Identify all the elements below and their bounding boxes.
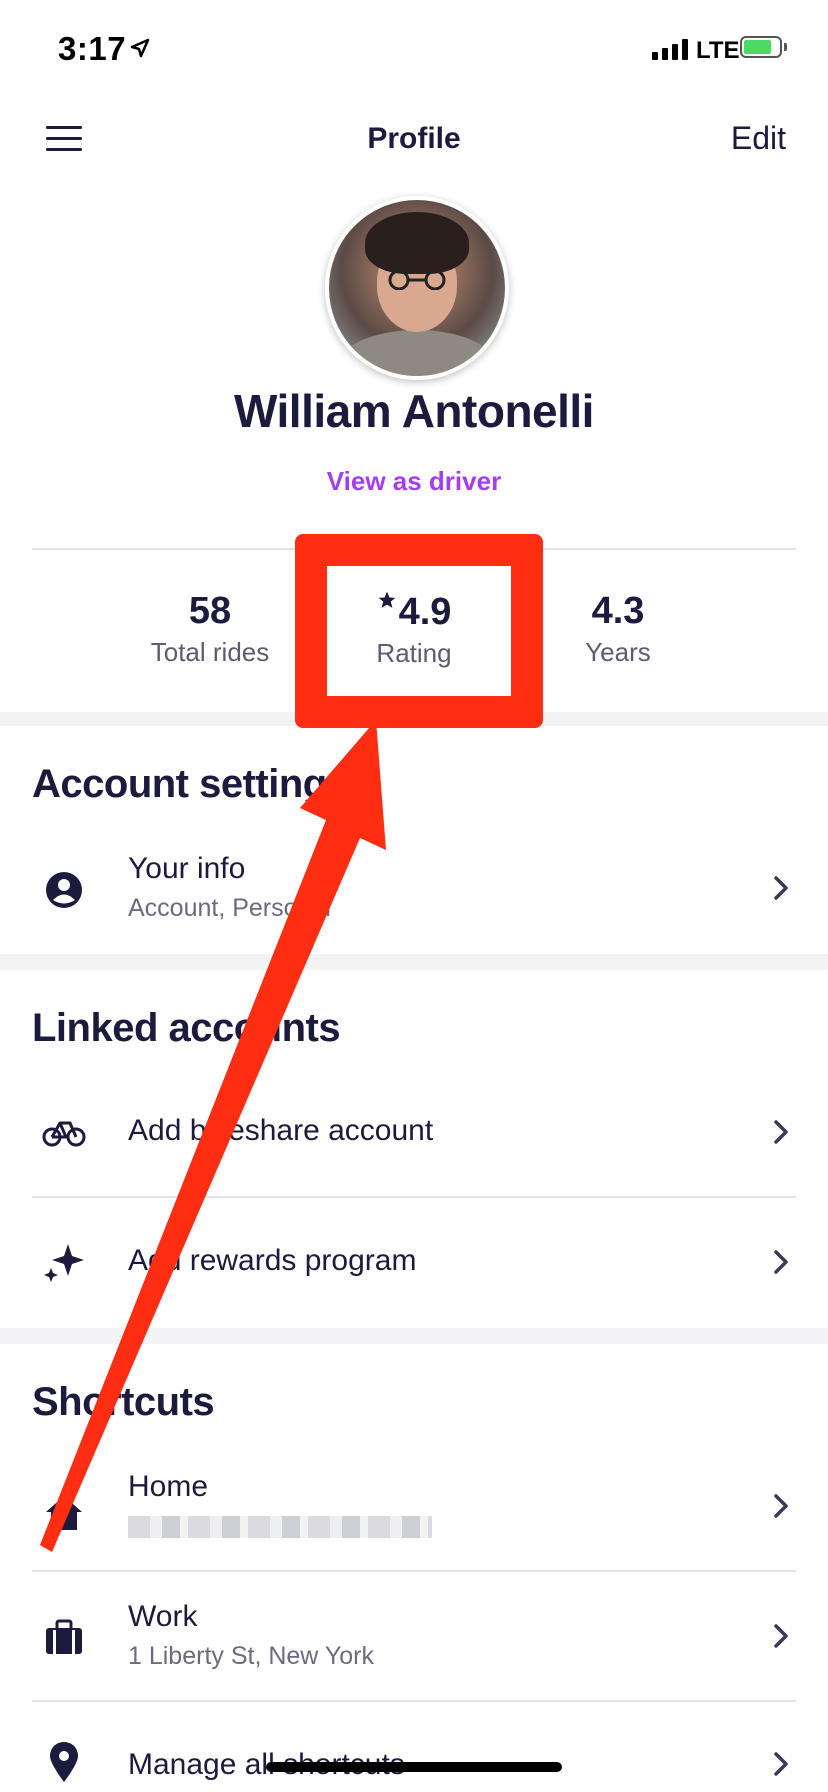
status-time: 3:17 bbox=[58, 30, 127, 67]
chevron-right-icon bbox=[774, 1120, 788, 1144]
home-icon bbox=[46, 1496, 82, 1530]
section-separator bbox=[0, 1328, 828, 1344]
cellular-signal-icon bbox=[652, 38, 688, 60]
chevron-right-icon bbox=[774, 1494, 788, 1518]
chevron-right-icon bbox=[774, 1624, 788, 1648]
stat-years: 4.3 Years bbox=[518, 590, 718, 668]
blurred-address bbox=[128, 1516, 432, 1538]
user-circle-icon bbox=[46, 872, 82, 908]
row-title: Work bbox=[128, 1600, 198, 1633]
battery-icon bbox=[740, 36, 787, 58]
network-label: LTE bbox=[696, 37, 740, 64]
stat-label: Total rides bbox=[150, 637, 270, 667]
divider bbox=[32, 1700, 796, 1702]
row-shortcut-home[interactable]: Home bbox=[0, 1450, 828, 1560]
divider bbox=[32, 1570, 796, 1572]
row-shortcut-work[interactable]: Work 1 Liberty St, New York bbox=[0, 1580, 828, 1690]
section-title-shortcuts: Shortcuts bbox=[32, 1380, 215, 1424]
row-add-bikeshare[interactable]: Add bikeshare account bbox=[0, 1076, 828, 1186]
bicycle-icon bbox=[42, 1121, 86, 1147]
stat-value: 4.3 bbox=[591, 590, 645, 632]
section-title-linked-accounts: Linked accounts bbox=[32, 1006, 341, 1050]
view-as-driver-link[interactable]: View as driver bbox=[0, 466, 828, 497]
avatar[interactable] bbox=[325, 196, 509, 380]
stat-total-rides: 58 Total rides bbox=[110, 590, 310, 668]
row-your-info[interactable]: Your info Account, Personal bbox=[0, 832, 828, 942]
row-add-rewards[interactable]: Add rewards program bbox=[0, 1206, 828, 1316]
briefcase-icon bbox=[46, 1619, 82, 1654]
row-title: Add rewards program bbox=[128, 1244, 417, 1277]
chevron-right-icon bbox=[774, 1250, 788, 1274]
divider bbox=[32, 1196, 796, 1198]
row-subtitle: 1 Liberty St, New York bbox=[128, 1642, 374, 1670]
row-manage-shortcuts[interactable]: Manage all shortcuts bbox=[0, 1710, 828, 1792]
location-pin-icon bbox=[50, 1742, 78, 1782]
chevron-right-icon bbox=[774, 876, 788, 900]
row-title: Your info bbox=[128, 852, 246, 885]
stat-value: 58 bbox=[188, 590, 232, 632]
row-subtitle: Account, Personal bbox=[128, 894, 331, 922]
location-arrow-icon bbox=[130, 38, 150, 58]
row-title: Home bbox=[128, 1470, 209, 1503]
annotation-highlight-box bbox=[295, 534, 543, 728]
home-indicator[interactable] bbox=[266, 1762, 562, 1772]
row-title: Add bikeshare account bbox=[128, 1114, 434, 1147]
chevron-right-icon bbox=[774, 1752, 788, 1776]
sparkle-icon bbox=[44, 1244, 84, 1282]
section-separator bbox=[0, 954, 828, 970]
page-title: Profile bbox=[367, 122, 461, 155]
user-name: William Antonelli bbox=[234, 385, 594, 437]
section-title-account-settings: Account settings bbox=[32, 762, 349, 806]
edit-button[interactable]: Edit bbox=[731, 120, 786, 157]
stat-label: Years bbox=[585, 637, 651, 667]
